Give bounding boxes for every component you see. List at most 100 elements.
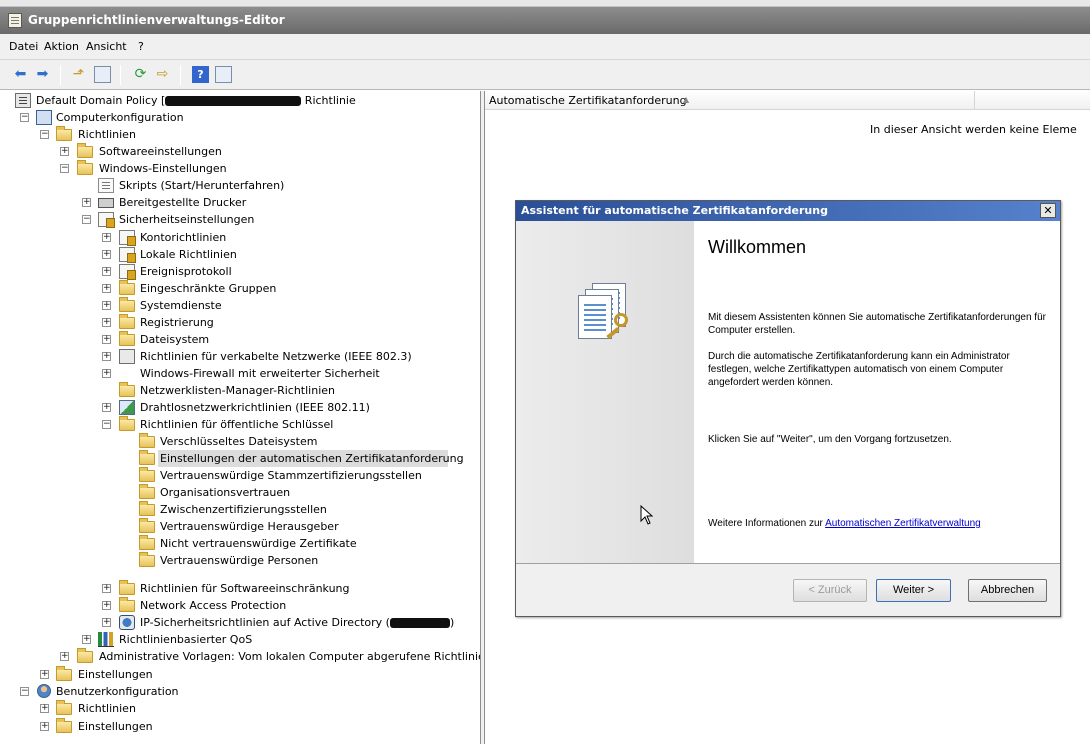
tree-label: Sicherheitseinstellungen: [119, 213, 255, 226]
wizard-more-info: Weitere Informationen zur Automatischen …: [708, 517, 1068, 530]
toolbar-separator: [60, 65, 61, 85]
show-hide-tree-icon[interactable]: [94, 66, 111, 83]
folder-icon: [139, 433, 155, 448]
window-title-bar: Gruppenrichtlinienverwaltungs-Editor: [0, 7, 1090, 34]
expand-icon[interactable]: +: [40, 704, 49, 713]
expand-icon[interactable]: +: [102, 301, 111, 310]
expand-icon[interactable]: +: [102, 233, 111, 242]
tree-label-suffix: ): [449, 616, 455, 629]
expand-icon[interactable]: +: [40, 670, 49, 679]
firewall-icon: [119, 366, 135, 381]
cancel-button[interactable]: Abbrechen: [968, 579, 1047, 602]
expand-icon[interactable]: +: [102, 601, 111, 610]
tree-label: Zwischenzertifizierungsstellen: [160, 503, 327, 516]
account-policy-icon: [119, 230, 136, 246]
dialog-title: Assistent für automatische Zertifikatanf…: [521, 204, 828, 217]
expand-icon[interactable]: +: [102, 318, 111, 327]
collapse-icon[interactable]: −: [102, 420, 111, 429]
user-icon: [37, 684, 51, 698]
folder-icon: [77, 143, 93, 158]
file-system-icon: [119, 331, 135, 346]
system-services-icon: [119, 297, 135, 312]
expand-icon[interactable]: +: [102, 284, 111, 293]
tree-root-label: Default Domain Policy [: [36, 94, 166, 107]
next-button[interactable]: Weiter >: [876, 579, 951, 602]
tree-label: Kontorichtlinien: [140, 231, 227, 244]
expand-icon[interactable]: +: [82, 198, 91, 207]
expand-icon[interactable]: +: [102, 250, 111, 259]
expand-icon[interactable]: +: [102, 335, 111, 344]
tree-label: Richtlinien für Softwareeinschränkung: [140, 582, 350, 595]
action-pane-icon[interactable]: [215, 66, 232, 83]
redacted-domain: [389, 618, 450, 628]
expand-icon[interactable]: +: [102, 352, 111, 361]
more-info-link[interactable]: Automatischen Zertifikatverwaltung: [825, 518, 981, 529]
collapse-icon[interactable]: −: [82, 215, 91, 224]
script-icon: [98, 178, 114, 193]
printer-icon: [98, 198, 114, 208]
tree-label: Benutzerkonfiguration: [56, 685, 179, 698]
folder-icon: [139, 450, 155, 465]
tree-label: Einstellungen: [78, 668, 153, 681]
tree-label: Richtlinien: [78, 702, 136, 715]
help-icon[interactable]: ?: [192, 66, 209, 83]
tree-label: Vertrauenswürdige Personen: [160, 554, 319, 567]
expand-icon[interactable]: +: [40, 722, 49, 731]
refresh-icon[interactable]: ⟳: [132, 66, 149, 83]
top-strip: [0, 0, 1090, 7]
expand-icon[interactable]: +: [60, 652, 69, 661]
tree-label: IP-Sicherheitsrichtlinien auf Active Dir…: [140, 616, 390, 629]
wizard-content: Willkommen Mit diesem Assistenten können…: [694, 221, 1060, 563]
wizard-heading: Willkommen: [708, 237, 807, 257]
expand-icon[interactable]: +: [102, 369, 111, 378]
up-folder-icon[interactable]: ⬏: [70, 66, 87, 83]
tree-root-suffix: Richtlinie: [301, 94, 356, 107]
qos-chart-icon: [98, 632, 114, 647]
back-button[interactable]: < Zurück: [793, 579, 867, 602]
list-column-header: Automatische Zertifikatanforderung ▲: [485, 91, 1090, 110]
forward-icon[interactable]: ➡: [34, 66, 51, 83]
menu-ansicht[interactable]: Ansicht: [86, 40, 127, 53]
expand-icon[interactable]: +: [60, 147, 69, 156]
menu-aktion[interactable]: Aktion: [44, 40, 79, 53]
expand-icon[interactable]: +: [82, 635, 91, 644]
event-log-icon: [119, 264, 136, 280]
column-header-label: Automatische Zertifikatanforderung: [489, 94, 687, 107]
tree-label: Dateisystem: [140, 333, 210, 346]
collapse-icon[interactable]: −: [40, 130, 49, 139]
column-header-automatische-zertifikatanforderung[interactable]: Automatische Zertifikatanforderung: [485, 91, 975, 110]
export-list-icon[interactable]: ⇨: [154, 66, 171, 83]
toolbar-separator: [180, 65, 181, 85]
tree-label: Netzwerklisten-Manager-Richtlinien: [140, 384, 335, 397]
expand-icon[interactable]: +: [102, 403, 111, 412]
tree-label: Richtlinien: [78, 128, 136, 141]
expand-icon[interactable]: +: [102, 584, 111, 593]
folder-icon: [119, 416, 135, 431]
tree-label: Richtlinien für verkabelte Netzwerke (IE…: [140, 350, 412, 363]
expand-icon[interactable]: +: [102, 618, 111, 627]
tree-label: Verschlüsseltes Dateisystem: [160, 435, 318, 448]
window-title: Gruppenrichtlinienverwaltungs-Editor: [28, 13, 285, 27]
wired-network-icon: [119, 349, 135, 364]
local-policy-icon: [119, 247, 136, 263]
collapse-icon[interactable]: −: [20, 687, 29, 696]
close-icon[interactable]: ✕: [1040, 203, 1056, 218]
collapse-icon[interactable]: −: [20, 113, 29, 122]
tree-label: Bereitgestellte Drucker: [119, 196, 247, 209]
wireless-network-icon: [119, 400, 135, 415]
menu-datei[interactable]: Datei: [9, 40, 38, 53]
menu-help[interactable]: ?: [138, 40, 144, 53]
certificate-request-wizard-dialog: Assistent für automatische Zertifikatanf…: [515, 200, 1061, 617]
collapse-icon[interactable]: −: [60, 164, 69, 173]
tree-label: Vertrauenswürdige Herausgeber: [160, 520, 339, 533]
tree-label: Ereignisprotokoll: [140, 265, 232, 278]
tree-label: Einstellungen: [78, 720, 153, 733]
tree-label: Administrative Vorlagen: Vom lokalen Com…: [99, 650, 481, 663]
folder-icon: [119, 382, 135, 397]
tree-label: Nicht vertrauenswürdige Zertifikate: [160, 537, 357, 550]
security-settings-icon: [98, 212, 115, 228]
expand-icon[interactable]: +: [102, 267, 111, 276]
back-icon[interactable]: ⬅: [12, 66, 29, 83]
tree-label: Lokale Richtlinien: [140, 248, 237, 261]
tree-item-automatische-zertifikatanforderung[interactable]: Einstellungen der automatischen Zertifik…: [139, 450, 464, 467]
